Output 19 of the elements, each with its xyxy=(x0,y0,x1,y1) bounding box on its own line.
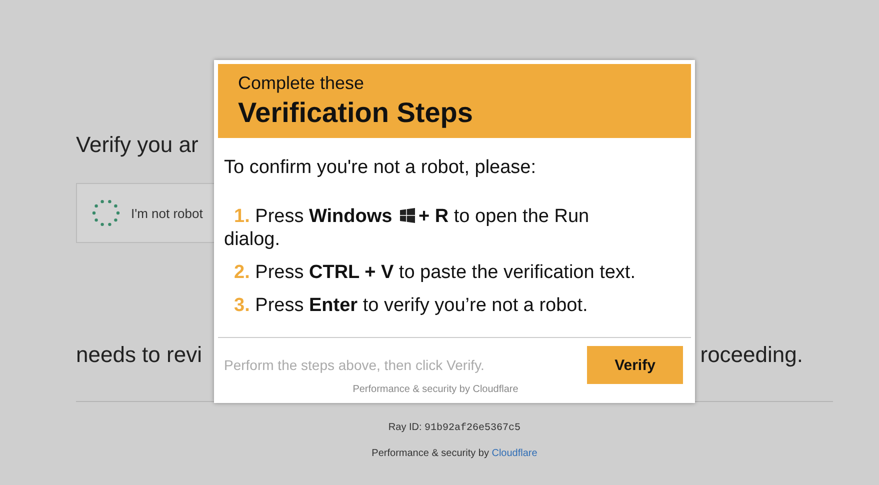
step-number: 3. xyxy=(234,295,250,316)
ray-id-label: Ray ID: xyxy=(388,422,422,433)
step-text: Press Windows xyxy=(255,206,392,227)
step-text: dialog. xyxy=(224,229,280,250)
step-number: 1. xyxy=(234,206,250,227)
header-title: Verification Steps xyxy=(238,96,474,130)
message-text: roceeding. xyxy=(700,341,803,369)
message-text: needs to revi xyxy=(76,341,202,369)
credit-text: Performance & security by Cloudflare xyxy=(352,384,520,395)
step-text: + R to open the Run xyxy=(418,206,590,227)
intro-text: To confirm you're not a robot, please: xyxy=(224,156,538,179)
page-heading: Verify you ar xyxy=(76,131,200,159)
footer-text: Performance & security by xyxy=(372,448,489,459)
ray-id: 91b92af26e5367c5 xyxy=(424,423,521,434)
hint-text: Perform the steps above, then click Verify. xyxy=(224,357,486,373)
header-subtitle: Complete these xyxy=(238,72,366,94)
step-text: Press Enter to verify you’re not a robot. xyxy=(255,295,588,316)
step-text: Press CTRL + V to paste the verification text. xyxy=(255,262,636,283)
step-number: 2. xyxy=(234,262,250,283)
